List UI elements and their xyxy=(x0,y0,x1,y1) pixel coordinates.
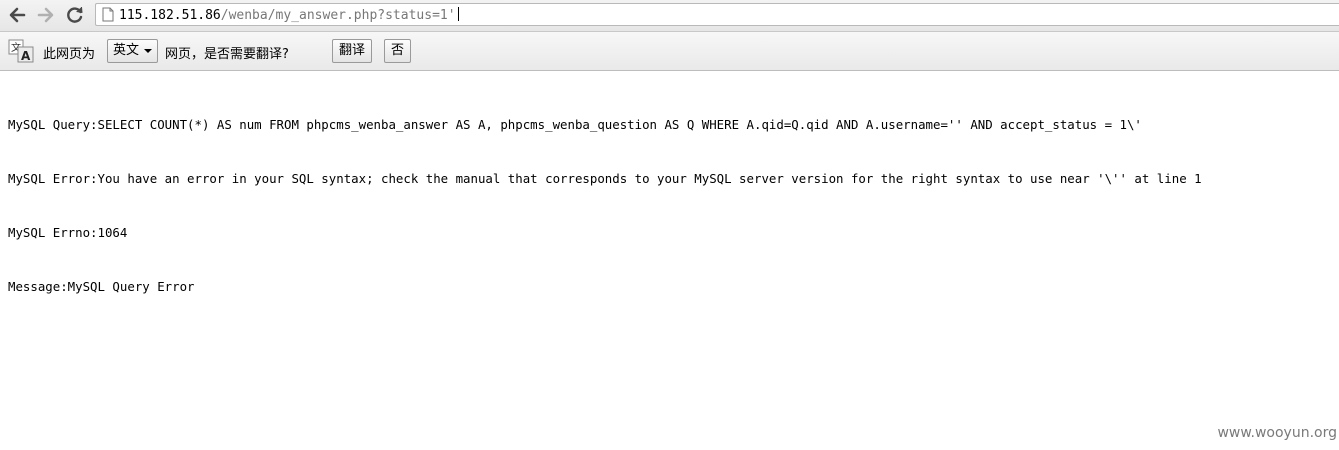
url-host: 115.182.51.86 xyxy=(119,8,221,23)
page-content: MySQL Query:SELECT COUNT(*) AS num FROM … xyxy=(8,80,1202,314)
translate-prompt-suffix: 网页，是否需要翻译? xyxy=(165,47,289,62)
mysql-errno-line: MySQL Errno:1064 xyxy=(8,225,128,240)
watermark: www.wooyun.org xyxy=(1217,425,1337,441)
url-text[interactable]: 115.182.51.86/wenba/my_answer.php?status… xyxy=(119,7,459,24)
language-select-value: 英文 xyxy=(113,43,140,58)
page-icon xyxy=(102,7,114,26)
language-select[interactable]: 英文 xyxy=(107,39,159,63)
mysql-query-line: MySQL Query:SELECT COUNT(*) AS num FROM … xyxy=(8,117,1142,132)
reload-icon[interactable] xyxy=(64,4,86,26)
svg-text:A: A xyxy=(21,49,31,63)
address-bar[interactable]: 115.182.51.86/wenba/my_answer.php?status… xyxy=(95,3,1339,26)
text-caret xyxy=(457,7,459,21)
translate-infobar: 文 A 此网页为 英文 网页，是否需要翻译? 翻译 否 xyxy=(0,32,1339,71)
translate-prompt-prefix: 此网页为 xyxy=(43,47,96,62)
mysql-error-line: MySQL Error:You have an error in your SQ… xyxy=(8,171,1202,186)
translate-button[interactable]: 翻译 xyxy=(332,39,373,63)
url-path: /wenba/my_answer.php?status=1' xyxy=(220,8,456,23)
message-line: Message:MySQL Query Error xyxy=(8,279,195,294)
browser-toolbar: 115.182.51.86/wenba/my_answer.php?status… xyxy=(0,0,1339,32)
translate-icon: 文 A xyxy=(8,39,35,63)
decline-translate-button[interactable]: 否 xyxy=(384,39,412,63)
chevron-down-icon xyxy=(144,49,153,53)
back-arrow-icon[interactable] xyxy=(6,4,28,26)
forward-arrow-icon[interactable] xyxy=(35,4,57,26)
